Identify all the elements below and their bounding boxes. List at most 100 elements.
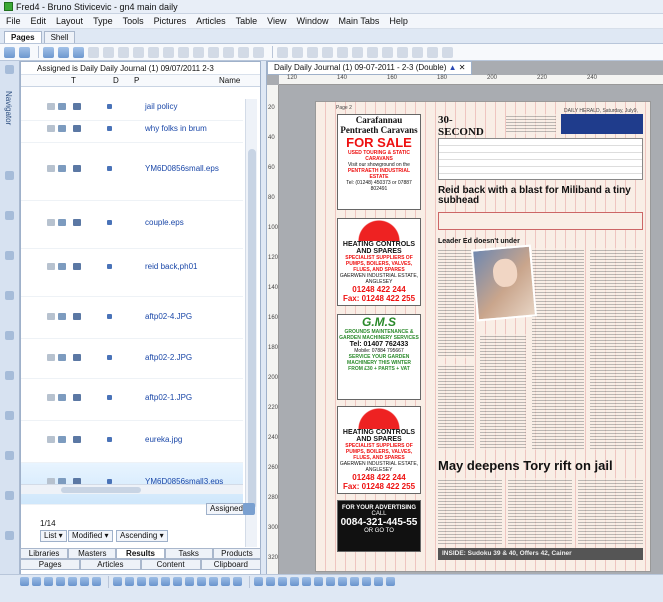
horizontal-ruler[interactable]: 120 140 160 180 200 220 240: [279, 75, 663, 85]
page-action-icon[interactable]: [173, 577, 182, 586]
outdent-icon[interactable]: [382, 46, 393, 58]
menu-type[interactable]: Type: [93, 16, 113, 26]
tab-results[interactable]: Results: [116, 548, 165, 559]
tab-pages[interactable]: Pages: [4, 31, 42, 43]
table-icon[interactable]: [442, 46, 453, 58]
page-action-icon[interactable]: [185, 577, 194, 586]
menu-edit[interactable]: Edit: [31, 16, 47, 26]
list-item[interactable]: aftp02-4.JPG: [21, 297, 243, 339]
headline-reid[interactable]: Reid back with a blast for Miliband a ti…: [438, 186, 638, 206]
column-p[interactable]: P: [134, 76, 139, 85]
nav-tool-icon[interactable]: [5, 371, 14, 380]
text-tool-icon[interactable]: [58, 46, 69, 58]
tab-libraries[interactable]: Libraries: [20, 548, 69, 559]
crop-tool-icon[interactable]: [133, 46, 144, 58]
nav-tool-icon[interactable]: [5, 251, 14, 260]
tab-tasks[interactable]: Tasks: [164, 548, 213, 559]
ad-heating-controls[interactable]: HEATING CONTROLS AND SPARES SPECIALIST S…: [337, 218, 421, 306]
menu-view[interactable]: View: [267, 16, 286, 26]
page-action-icon[interactable]: [290, 577, 299, 586]
list-item[interactable]: YM6D0856small.eps: [21, 143, 243, 201]
pan-tool-icon[interactable]: [148, 46, 159, 58]
italic-icon[interactable]: [292, 46, 303, 58]
nav-tool-icon[interactable]: [5, 411, 14, 420]
page-action-icon[interactable]: [137, 577, 146, 586]
page-action-icon[interactable]: [254, 577, 263, 586]
align-center-icon[interactable]: [322, 46, 333, 58]
menu-table[interactable]: Table: [236, 16, 258, 26]
list-item[interactable]: aftp02-2.JPG: [21, 339, 243, 379]
box-tool-icon[interactable]: [193, 46, 204, 58]
nav-tool-icon[interactable]: [5, 451, 14, 460]
link-tool-icon[interactable]: [103, 46, 114, 58]
page-action-icon[interactable]: [278, 577, 287, 586]
page-action-icon[interactable]: [362, 577, 371, 586]
nav-tool-icon[interactable]: [5, 171, 14, 180]
page-action-icon[interactable]: [266, 577, 275, 586]
nav-tool-icon[interactable]: [5, 491, 14, 500]
page-action-icon[interactable]: [149, 577, 158, 586]
ellipse-tool-icon[interactable]: [208, 46, 219, 58]
sort-select[interactable]: Modified ▾: [68, 530, 113, 542]
menu-pictures[interactable]: Pictures: [154, 16, 187, 26]
page-action-icon[interactable]: [326, 577, 335, 586]
bold-icon[interactable]: [277, 46, 288, 58]
page-action-icon[interactable]: [233, 577, 242, 586]
list-item[interactable]: couple.eps: [21, 201, 243, 249]
color-icon[interactable]: [427, 46, 438, 58]
scroll-thumb[interactable]: [248, 149, 256, 509]
indent-icon[interactable]: [367, 46, 378, 58]
view-select[interactable]: List ▾: [40, 530, 67, 542]
tab-content[interactable]: Content: [140, 559, 201, 570]
ad-advertising[interactable]: FOR YOUR ADVERTISING CALL 0084-321-445-5…: [337, 500, 421, 552]
page-action-icon[interactable]: [44, 577, 53, 586]
list-icon[interactable]: [397, 46, 408, 58]
ungroup-icon[interactable]: [253, 46, 264, 58]
article-photo[interactable]: [470, 244, 538, 322]
page-action-icon[interactable]: [68, 577, 77, 586]
line-tool-icon[interactable]: [178, 46, 189, 58]
order-select[interactable]: Ascending ▾: [116, 530, 168, 542]
column-t[interactable]: T: [71, 76, 76, 85]
list-item[interactable]: aftp02-1.JPG: [21, 379, 243, 421]
page-action-icon[interactable]: [20, 577, 29, 586]
justify-icon[interactable]: [352, 46, 363, 58]
align-left-icon[interactable]: [307, 46, 318, 58]
zoom-tool-icon[interactable]: [163, 46, 174, 58]
collapse-icon[interactable]: [5, 65, 14, 74]
list-item[interactable]: why folks in brum: [21, 121, 243, 143]
ad-caravans[interactable]: Carafannau Pentraeth Caravans FOR SALE U…: [337, 114, 421, 210]
horizontal-scrollbar[interactable]: [21, 484, 243, 494]
page-action-icon[interactable]: [161, 577, 170, 586]
page-action-icon[interactable]: [125, 577, 134, 586]
refresh-icon[interactable]: [243, 503, 255, 515]
page-action-icon[interactable]: [197, 577, 206, 586]
document-tab[interactable]: Daily Daily Journal (1) 09-07-2011 - 2-3…: [267, 61, 473, 75]
tab-products[interactable]: Products: [212, 548, 262, 559]
headline-may[interactable]: May deepens Tory rift on jail: [438, 458, 613, 473]
vertical-scrollbar[interactable]: [245, 99, 257, 547]
close-icon[interactable]: ✕: [459, 63, 466, 72]
nav-tool-icon[interactable]: [5, 331, 14, 340]
article-frame[interactable]: [438, 212, 643, 230]
page-action-icon[interactable]: [338, 577, 347, 586]
tab-clipboard[interactable]: Clipboard: [200, 559, 261, 570]
align-right-icon[interactable]: [337, 46, 348, 58]
list-item[interactable]: eureka.jpg: [21, 421, 243, 463]
page-action-icon[interactable]: [386, 577, 395, 586]
ad-gms[interactable]: G.M.S GROUNDS MAINTENANCE & GARDEN MACHI…: [337, 314, 421, 400]
vertical-ruler[interactable]: 20 40 60 80 100 120 140 160 180 200 220 …: [267, 85, 279, 574]
page-action-icon[interactable]: [56, 577, 65, 586]
page-action-icon[interactable]: [113, 577, 122, 586]
page-action-icon[interactable]: [92, 577, 101, 586]
scroll-thumb[interactable]: [61, 487, 141, 493]
list-item[interactable]: reid back,ph01: [21, 249, 243, 297]
frame-tool-icon[interactable]: [73, 46, 84, 58]
tab-masters[interactable]: Masters: [68, 548, 117, 559]
tab-articles[interactable]: Articles: [80, 559, 141, 570]
group-icon[interactable]: [238, 46, 249, 58]
page-action-icon[interactable]: [314, 577, 323, 586]
page-action-icon[interactable]: [302, 577, 311, 586]
rotate-tool-icon[interactable]: [88, 46, 99, 58]
open-icon[interactable]: [19, 46, 30, 58]
